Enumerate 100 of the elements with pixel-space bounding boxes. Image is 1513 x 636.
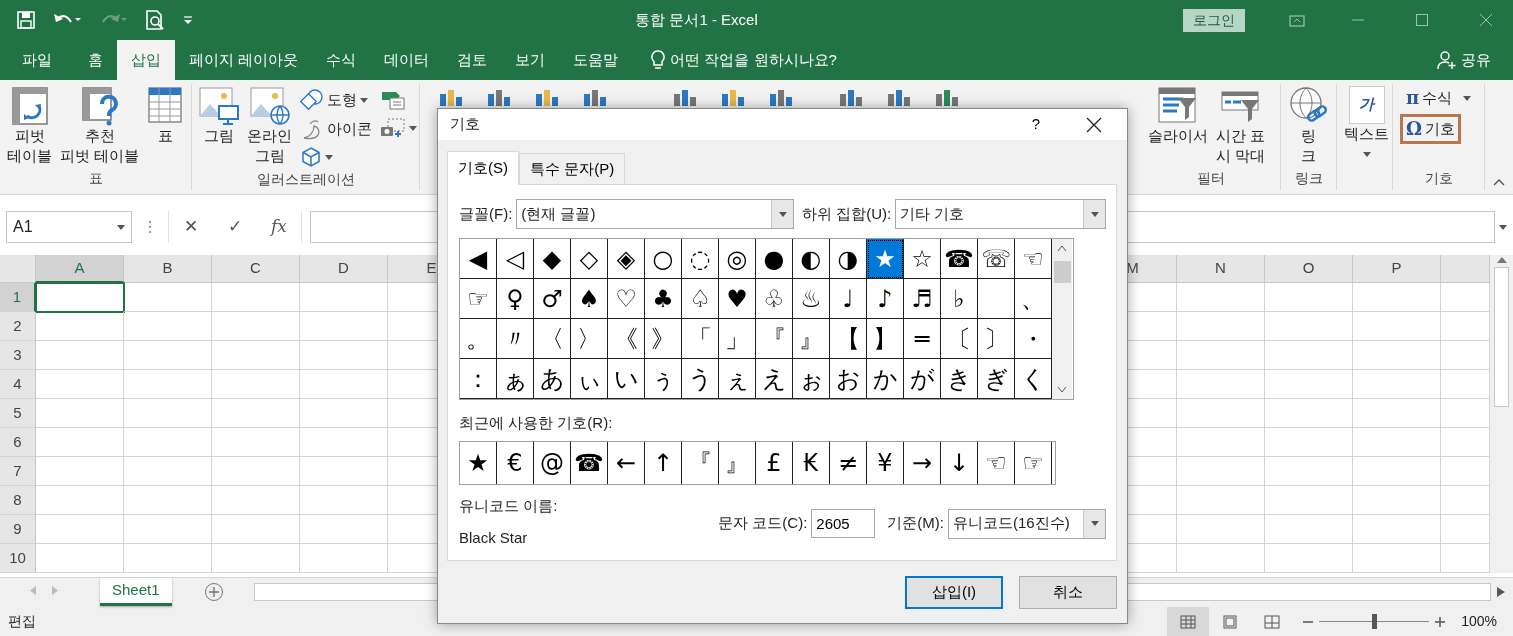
grid-cell[interactable] — [1353, 399, 1441, 428]
subset-dropdown[interactable]: 기타 기호 — [895, 199, 1106, 229]
symbol-cell[interactable]: い — [608, 359, 645, 399]
grid-cell[interactable] — [124, 457, 212, 486]
symbol-cell[interactable]: ═ — [904, 319, 941, 359]
maximize-icon[interactable] — [1415, 13, 1429, 27]
symbol-cell[interactable]: ○ — [645, 239, 682, 279]
grid-cell[interactable] — [36, 312, 124, 341]
symbol-cell[interactable]: 【 — [830, 319, 867, 359]
normal-view-icon[interactable] — [1180, 614, 1197, 629]
symbol-cell[interactable]: ◆ — [534, 239, 571, 279]
grid-cell[interactable] — [1177, 515, 1265, 544]
row-header[interactable]: 10 — [0, 544, 36, 573]
caret-icon[interactable] — [1499, 225, 1507, 231]
ribbon-display-icon[interactable] — [1289, 13, 1305, 27]
select-all-button[interactable] — [0, 255, 36, 283]
grid-cell[interactable] — [1265, 428, 1353, 457]
ribbon-tab[interactable]: 페이지 레이아웃 — [175, 40, 313, 80]
function-button[interactable]: fx — [257, 211, 301, 243]
row-header[interactable]: 2 — [0, 312, 36, 341]
grid-cell[interactable] — [124, 428, 212, 457]
symbol-cell[interactable]: ◌ — [682, 239, 719, 279]
grid-cell[interactable] — [300, 457, 388, 486]
grid-cell[interactable] — [1353, 457, 1441, 486]
grid-cell[interactable] — [1177, 486, 1265, 515]
ribbon-command[interactable]: π 수식 — [1403, 86, 1475, 111]
name-box[interactable]: A1 — [6, 211, 132, 243]
symbol-cell[interactable]: か — [867, 359, 904, 399]
grid-cell[interactable] — [36, 486, 124, 515]
column-header[interactable] — [1441, 255, 1490, 283]
symbol-cell[interactable]: ： — [460, 359, 497, 399]
grid-cell[interactable] — [124, 370, 212, 399]
symbol-cell[interactable]: 】 — [867, 319, 904, 359]
ribbon-tab[interactable]: 검토 — [443, 40, 502, 80]
ribbon-tab[interactable]: 수식 — [312, 40, 371, 80]
symbol-cell[interactable]: ぎ — [978, 359, 1015, 399]
ribbon-command[interactable]: 그림 — [196, 84, 242, 148]
symbol-cell[interactable]: ぅ — [645, 359, 682, 399]
caret-icon[interactable] — [325, 154, 333, 160]
symbol-cell[interactable]: 〉 — [571, 319, 608, 359]
scroll-down-icon[interactable] — [1057, 387, 1067, 393]
symbol-cell[interactable]: ・ — [1015, 319, 1052, 359]
ribbon-command[interactable]: 피벗 테이블 — [4, 84, 55, 168]
zoom-slider-thumb[interactable] — [1372, 614, 1378, 629]
row-header[interactable]: 6 — [0, 428, 36, 457]
symbol-cell[interactable]: 『 — [682, 441, 719, 484]
next-sheet-icon[interactable] — [52, 585, 58, 595]
ribbon-command[interactable]: 추천 피벗 테이블 — [57, 84, 143, 168]
symbol-cell[interactable]: ぃ — [571, 359, 608, 399]
symbol-cell[interactable]: ♪ — [867, 279, 904, 319]
grid-cell[interactable] — [300, 283, 388, 312]
grid-cell[interactable] — [212, 457, 300, 486]
grid-cell[interactable] — [1353, 283, 1441, 312]
ribbon-tab[interactable]: 파일 — [8, 40, 66, 80]
grid-cell[interactable] — [36, 399, 124, 428]
grid-cell[interactable] — [1177, 341, 1265, 370]
ribbon-tab[interactable]: 보기 — [501, 40, 560, 80]
symbol-cell[interactable]: あ — [534, 359, 571, 399]
symbol-cell[interactable]: → — [904, 441, 941, 484]
column-header[interactable]: C — [212, 255, 300, 283]
grid-cell[interactable] — [1265, 283, 1353, 312]
symbol-cell[interactable]: ♤ — [682, 279, 719, 319]
previous-sheet-icon[interactable] — [30, 585, 36, 595]
grid-cell[interactable] — [300, 312, 388, 341]
symbol-cell[interactable]: 〃 — [497, 319, 534, 359]
symbol-cell[interactable]: 〕 — [978, 319, 1015, 359]
grid-cell[interactable] — [1265, 515, 1353, 544]
grid-cell[interactable] — [1265, 399, 1353, 428]
grid-cell[interactable] — [1177, 283, 1265, 312]
caret-icon[interactable] — [117, 224, 125, 230]
row-header[interactable]: 1 — [0, 283, 36, 312]
ribbon-tab[interactable]: 삽입 — [117, 40, 175, 80]
text-button[interactable]: 가 텍스트 — [1341, 84, 1392, 159]
symbol-cell[interactable]: ♣ — [645, 279, 682, 319]
symbol-cell[interactable]: ◎ — [719, 239, 756, 279]
grid-cell[interactable] — [36, 428, 124, 457]
symbol-cell[interactable]: ぇ — [719, 359, 756, 399]
symbol-cell[interactable]: ♩ — [830, 279, 867, 319]
grid-cell[interactable] — [124, 399, 212, 428]
scroll-up-icon[interactable] — [1496, 257, 1507, 263]
symbol-cell[interactable]: ★ — [867, 239, 904, 279]
ribbon-command[interactable]: 온라인 그림 — [244, 84, 295, 168]
symbol-cell[interactable]: ☎ — [571, 441, 608, 484]
grid-cell[interactable] — [1177, 428, 1265, 457]
symbol-cell[interactable]: ぉ — [793, 359, 830, 399]
grid-cell[interactable] — [1353, 544, 1441, 573]
symbol-cell[interactable]: 』 — [719, 441, 756, 484]
column-header[interactable]: A — [36, 255, 124, 283]
symbol-cell[interactable]: ↓ — [941, 441, 978, 484]
column-header[interactable]: O — [1265, 255, 1353, 283]
grid-cell[interactable] — [212, 544, 300, 573]
tell-me-search[interactable]: 어떤 작업을 원하시나요? — [636, 40, 851, 80]
caret-icon[interactable] — [360, 97, 368, 103]
save-icon[interactable] — [16, 10, 36, 30]
symbol-cell[interactable]: 、 — [1015, 279, 1052, 319]
symbol-cell[interactable]: ◑ — [830, 239, 867, 279]
symbol-cell[interactable]: ¥ — [867, 441, 904, 484]
grid-cell[interactable] — [212, 399, 300, 428]
grid-cell[interactable] — [212, 312, 300, 341]
symbol-cell[interactable]: ♡ — [608, 279, 645, 319]
